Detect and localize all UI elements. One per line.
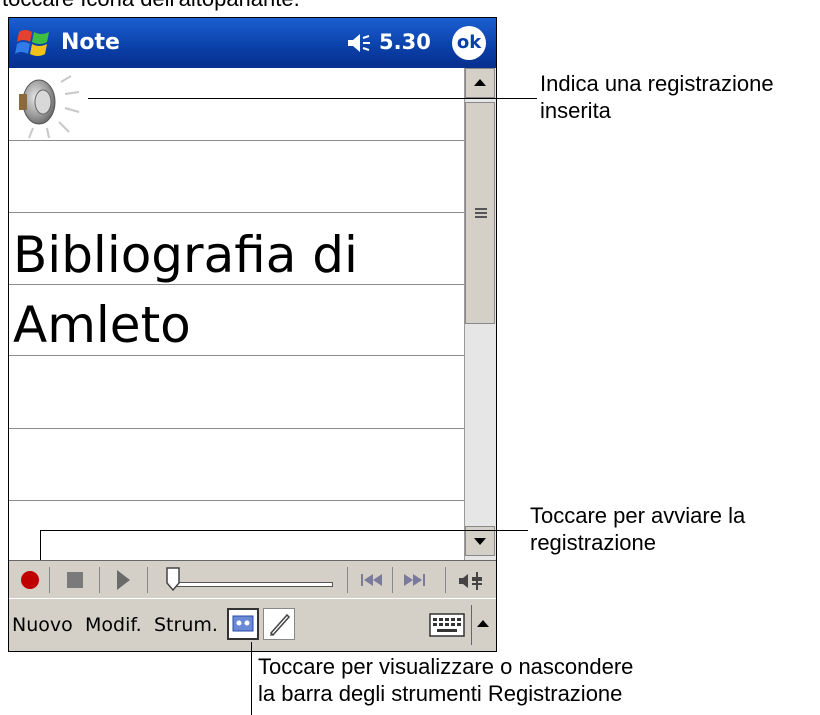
app-title: Note [61, 30, 120, 55]
ruled-line [9, 355, 464, 356]
callout-text: Toccare per visualizzare o nascondere [258, 654, 634, 679]
toolbar-divider [347, 567, 348, 593]
top-caption: toccare Icona dell'altoparlante. [2, 0, 300, 12]
vertical-scrollbar[interactable] [464, 68, 496, 560]
keyboard-icon[interactable] [429, 612, 465, 638]
skip-forward-icon[interactable] [401, 573, 427, 587]
scroll-thumb[interactable] [465, 102, 495, 324]
recording-toolbar [9, 560, 496, 598]
callout-record-button: Toccare per avviare la registrazione [530, 502, 745, 556]
pen-icon [269, 613, 291, 637]
playback-slider-track[interactable] [171, 582, 333, 587]
callout-text: registrazione [530, 530, 656, 555]
callout-leader [40, 530, 528, 531]
callout-leader [40, 530, 41, 560]
arrow-up-icon [474, 79, 486, 86]
note-text-line[interactable]: Bibliografia di [13, 226, 358, 284]
grip-icon [475, 208, 487, 218]
ruled-line [9, 428, 464, 429]
arrow-down-icon [474, 538, 486, 545]
callout-leader [251, 642, 252, 715]
callout-text: la barra degli strumenti Registrazione [258, 681, 623, 706]
tape-icon [232, 615, 254, 632]
skip-back-icon[interactable] [359, 573, 385, 587]
clock[interactable]: 5.30 [379, 30, 431, 54]
recording-toolbar-toggle-button[interactable] [227, 608, 259, 640]
playback-slider-thumb[interactable] [166, 567, 180, 591]
pen-button[interactable] [263, 608, 295, 640]
toolbar-divider [49, 567, 50, 593]
ruled-line [9, 140, 464, 141]
stop-button[interactable] [67, 572, 83, 588]
play-button[interactable] [117, 570, 130, 590]
device-screen: Note 5.30 ok Bibliografia di Amleto Nuov… [8, 17, 497, 652]
toolbar-divider [99, 567, 100, 593]
speaker-status-icon[interactable] [346, 31, 372, 55]
toolbar-divider [147, 567, 148, 593]
toolbar-divider [445, 567, 446, 593]
ruled-line [9, 212, 464, 213]
callout-text: inserita [540, 98, 611, 123]
arrow-up-icon [477, 620, 489, 627]
record-button[interactable] [21, 571, 39, 589]
callout-recording-indicator: Indica una registrazione inserita [540, 70, 774, 124]
callout-toolbar-toggle: Toccare per visualizzare o nascondere la… [258, 653, 633, 707]
note-text-line[interactable]: Amleto [13, 296, 191, 354]
speaker-recording-icon[interactable] [13, 72, 91, 140]
menu-tools[interactable]: Strum. [154, 614, 218, 636]
note-area[interactable]: Bibliografia di Amleto [9, 68, 464, 560]
callout-text: Toccare per avviare la [530, 503, 746, 528]
callout-text: Indica una registrazione [540, 71, 774, 96]
toolbar-divider [392, 567, 393, 593]
title-bar: Note 5.30 ok [9, 18, 496, 68]
ruled-line [9, 500, 464, 501]
ruled-line [9, 284, 464, 285]
menu-edit[interactable]: Modif. [85, 614, 142, 636]
ok-button[interactable]: ok [452, 26, 486, 60]
volume-icon[interactable] [457, 570, 487, 592]
input-selector-button[interactable] [471, 605, 494, 645]
scroll-up-button[interactable] [465, 68, 495, 98]
callout-leader [88, 98, 537, 99]
menu-new[interactable]: Nuovo [12, 614, 73, 636]
menu-bar: Nuovo Modif. Strum. [9, 598, 496, 651]
windows-flag-icon[interactable] [15, 24, 53, 62]
